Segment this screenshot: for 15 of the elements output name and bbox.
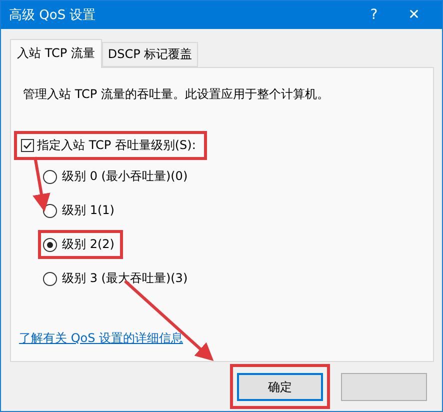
help-button[interactable]: ? [354, 1, 394, 29]
tab[interactable]: DSCP 标记覆盖 [102, 42, 198, 67]
level-radio[interactable]: 级别 0 (最小吞吐量)(0) [38, 162, 197, 191]
arrow-drawing [32, 156, 50, 212]
dialog-button[interactable]: 确定 [237, 373, 323, 401]
tab[interactable]: 入站 TCP 流量 [10, 39, 102, 68]
level-radio[interactable]: 级别 1(1) [38, 196, 124, 225]
close-button[interactable]: ✕ [394, 1, 434, 29]
throughput-checkbox[interactable]: 指定入站 TCP 吞吐量级别(S): [14, 131, 207, 160]
checkmark-icon [23, 141, 32, 150]
description-text: 管理入站 TCP 流量的吞吐量。此设置应用于整个计算机。 [23, 86, 330, 103]
window-title: 高级 QoS 设置 [9, 7, 97, 24]
level-radio[interactable]: 级别 2(2) [38, 230, 124, 259]
dialog-button[interactable] [341, 373, 427, 401]
qos-info-link[interactable]: 了解有关 QoS 设置的详细信息 [19, 330, 425, 347]
